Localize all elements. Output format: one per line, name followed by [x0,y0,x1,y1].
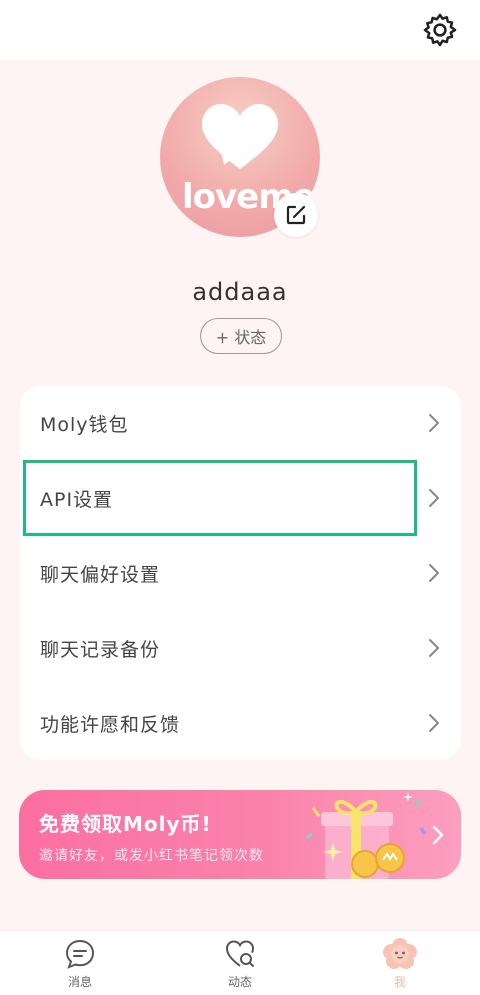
heart-search-icon [225,940,255,967]
chevron-right-icon [429,489,439,507]
chat-bubble-icon [65,939,95,969]
tab-label: 动态 [227,975,252,989]
tab-me[interactable]: 我 [360,937,440,995]
banner-subtitle: 邀请好友，或发小红书笔记领次数 [39,848,264,864]
menu-item-label: Moly钱包 [40,413,129,436]
highlight-box [23,460,417,536]
chevron-right-icon [429,639,439,657]
menu-item-moly-wallet[interactable]: Moly钱包 [20,386,461,460]
chevron-right-icon [429,714,439,732]
menu-item-chat-preferences[interactable]: 聊天偏好设置 [20,536,461,610]
chevron-right-icon [432,825,444,845]
gift-coins-illustration [306,792,427,879]
add-status-button[interactable]: + 状态 [200,318,282,354]
menu-item-label: 聊天偏好设置 [40,563,161,586]
promo-banner[interactable]: 免费领取Moly币! 邀请好友，或发小红书笔记领次数 [19,790,461,879]
tab-label: 我 [393,975,406,989]
bottom-tab-bar: 消息 动态 我 [0,930,480,995]
edit-avatar-button[interactable] [274,193,318,237]
tab-moments[interactable]: 动态 [200,937,280,995]
settings-button[interactable] [420,10,460,50]
chevron-right-icon [429,414,439,432]
gear-icon [423,13,457,47]
top-bar [0,0,480,60]
menu-item-feedback[interactable]: 功能许愿和反馈 [20,686,461,760]
menu-item-chat-backup[interactable]: 聊天记录备份 [20,611,461,685]
menu-item-label: 功能许愿和反馈 [40,713,181,736]
flower-face-icon [383,938,417,969]
menu-item-label: 聊天记录备份 [40,638,161,661]
chevron-right-icon [429,564,439,582]
tab-label: 消息 [67,975,92,989]
edit-icon [286,205,306,225]
tab-messages[interactable]: 消息 [40,937,120,995]
username: addaaa [192,278,288,306]
banner-title: 免费领取Moly币! [39,812,212,836]
settings-menu-card: Moly钱包 API设置 聊天偏好设置 聊天记录备份 功能许愿和反馈 [20,386,461,760]
